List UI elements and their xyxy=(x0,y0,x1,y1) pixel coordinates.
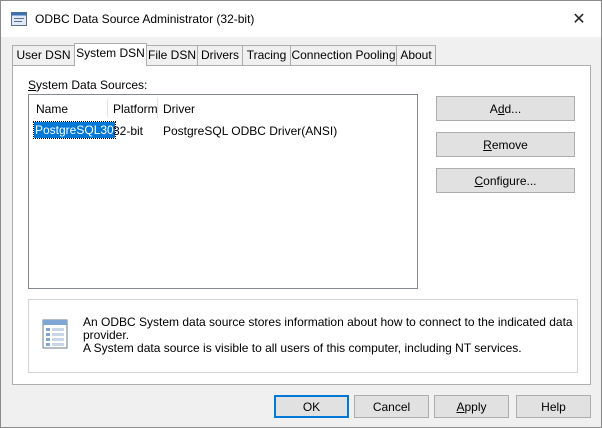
tab-about[interactable]: About xyxy=(396,45,436,65)
odbc-dialog: ODBC Data Source Administrator (32-bit) … xyxy=(0,0,602,428)
column-divider[interactable] xyxy=(157,98,158,118)
dsn-row-platform[interactable]: 32-bit xyxy=(113,124,143,138)
tab-connection-pooling[interactable]: Connection Pooling xyxy=(290,45,397,65)
window-title: ODBC Data Source Administrator (32-bit) xyxy=(35,12,255,26)
system-data-sources-list[interactable]: Name Platform Driver PostgreSQL30 32-bit… xyxy=(28,94,418,289)
dsn-row-name[interactable]: PostgreSQL30 xyxy=(33,121,116,139)
tab-system-dsn[interactable]: System DSN xyxy=(74,43,147,66)
system-dsn-panel: System Data Sources: Name Platform Drive… xyxy=(12,65,591,385)
tab-tracing[interactable]: Tracing xyxy=(242,45,291,65)
tab-file-dsn[interactable]: File DSN xyxy=(146,45,198,65)
odbc-app-icon xyxy=(11,12,27,26)
close-icon: ✕ xyxy=(572,11,586,28)
help-button[interactable]: Help xyxy=(516,395,591,418)
data-source-icon xyxy=(42,319,68,349)
system-data-sources-label: System Data Sources: xyxy=(28,78,148,92)
info-text: An ODBC System data source stores inform… xyxy=(83,315,573,355)
column-header-name[interactable]: Name xyxy=(36,102,68,116)
info-box: An ODBC System data source stores inform… xyxy=(28,299,578,373)
column-header-platform[interactable]: Platform xyxy=(113,102,158,116)
add-button[interactable]: Ad d... xyxy=(436,96,575,121)
tab-drivers[interactable]: Drivers xyxy=(197,45,243,65)
tab-user-dsn[interactable]: User DSN xyxy=(12,45,75,65)
apply-button[interactable]: Apply xyxy=(434,395,509,418)
cancel-button[interactable]: Cancel xyxy=(354,395,429,418)
ok-button[interactable]: OK xyxy=(274,395,349,418)
title-bar[interactable]: ODBC Data Source Administrator (32-bit) … xyxy=(1,1,601,37)
configure-button[interactable]: Configure... xyxy=(436,168,575,193)
column-header-driver[interactable]: Driver xyxy=(163,102,195,116)
column-divider[interactable] xyxy=(107,98,108,118)
dsn-row-driver[interactable]: PostgreSQL ODBC Driver(ANSI) xyxy=(163,124,337,138)
close-button[interactable]: ✕ xyxy=(557,1,601,37)
remove-button[interactable]: Remove xyxy=(436,132,575,157)
